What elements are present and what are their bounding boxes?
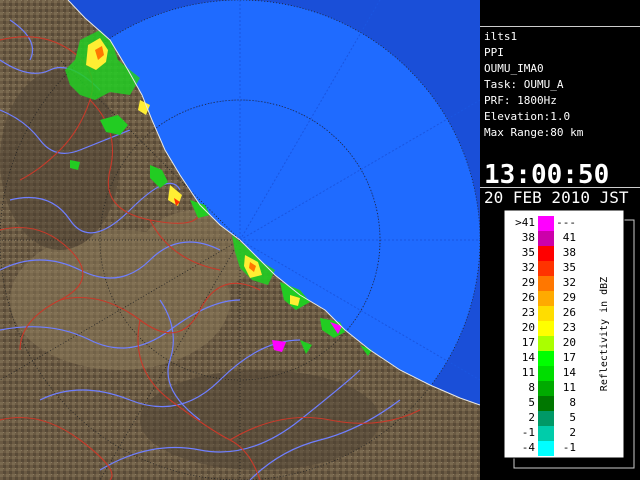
prf-value: PRF: 1800Hz [484,94,557,107]
legend-color-swatch [538,231,554,246]
legend-upper-bound: 14 [563,366,577,379]
legend-lower-bound: -1 [522,426,535,439]
legend-upper-bound: 8 [569,396,576,409]
max-range-value: Max Range:80 km [484,126,584,139]
product-name: OUMU_IMA0 [484,62,544,75]
station-name: ilts1 [484,30,518,43]
legend-color-swatch [538,336,554,351]
task-name: Task: OUMU_A [484,78,564,91]
legend-color-swatch [538,396,554,411]
legend-lower-bound: 23 [522,306,535,319]
legend-lower-bound: 14 [522,351,536,364]
legend-color-swatch [538,246,554,261]
legend-color-swatch [538,291,554,306]
legend-lower-bound: 32 [522,261,535,274]
legend-color-swatch [538,411,554,426]
legend-color-swatch [538,381,554,396]
reflectivity-legend: >41 --- 38 41 35 38 32 35 29 32 26 29 23 26 20 23 17 20 14… [503,209,635,469]
legend-upper-bound: -1 [563,441,576,454]
legend-color-swatch [538,441,554,456]
legend-lower-bound: 2 [528,411,535,424]
legend-upper-bound: 23 [563,321,576,334]
scan-mode: PPI [484,46,504,59]
legend-upper-bound: --- [556,216,576,229]
legend-lower-bound: -4 [522,441,536,454]
legend-lower-bound: 38 [522,231,535,244]
legend-title: Reflectivity in dBZ [599,277,610,391]
elevation-value: Elevation:1.0 [484,110,571,123]
legend-lower-bound: 11 [522,366,535,379]
legend-lower-bound: 26 [522,291,535,304]
legend-upper-bound: 2 [569,426,576,439]
legend-upper-bound: 29 [563,291,576,304]
legend-lower-bound: 5 [528,396,535,409]
legend-upper-bound: 26 [563,306,576,319]
legend-color-swatch [538,426,554,441]
legend-color-swatch [538,276,554,291]
legend-lower-bound: 35 [522,246,535,259]
legend-lower-bound: 17 [522,336,535,349]
legend-color-swatch [538,321,554,336]
radar-ppi-map [0,0,480,480]
legend-lower-bound: >41 [515,216,535,229]
scan-time: 13:00:50 [484,160,610,190]
legend-color-swatch [538,261,554,276]
legend-upper-bound: 20 [563,336,576,349]
legend-lower-bound: 20 [522,321,535,334]
legend-upper-bound: 5 [569,411,576,424]
legend-upper-bound: 32 [563,276,576,289]
radar-info-panel: ilts1 PPI OUMU_IMA0 Task: OUMU_A PRF: 18… [480,26,640,207]
legend-upper-bound: 17 [563,351,576,364]
legend-lower-bound: 29 [522,276,535,289]
legend-upper-bound: 41 [563,231,576,244]
legend-upper-bound: 11 [563,381,576,394]
legend-color-swatch [538,216,554,231]
legend-color-swatch [538,306,554,321]
legend-upper-bound: 35 [563,261,576,274]
legend-color-swatch [538,366,554,381]
legend-color-swatch [538,351,554,366]
legend-lower-bound: 8 [528,381,535,394]
legend-upper-bound: 38 [563,246,576,259]
